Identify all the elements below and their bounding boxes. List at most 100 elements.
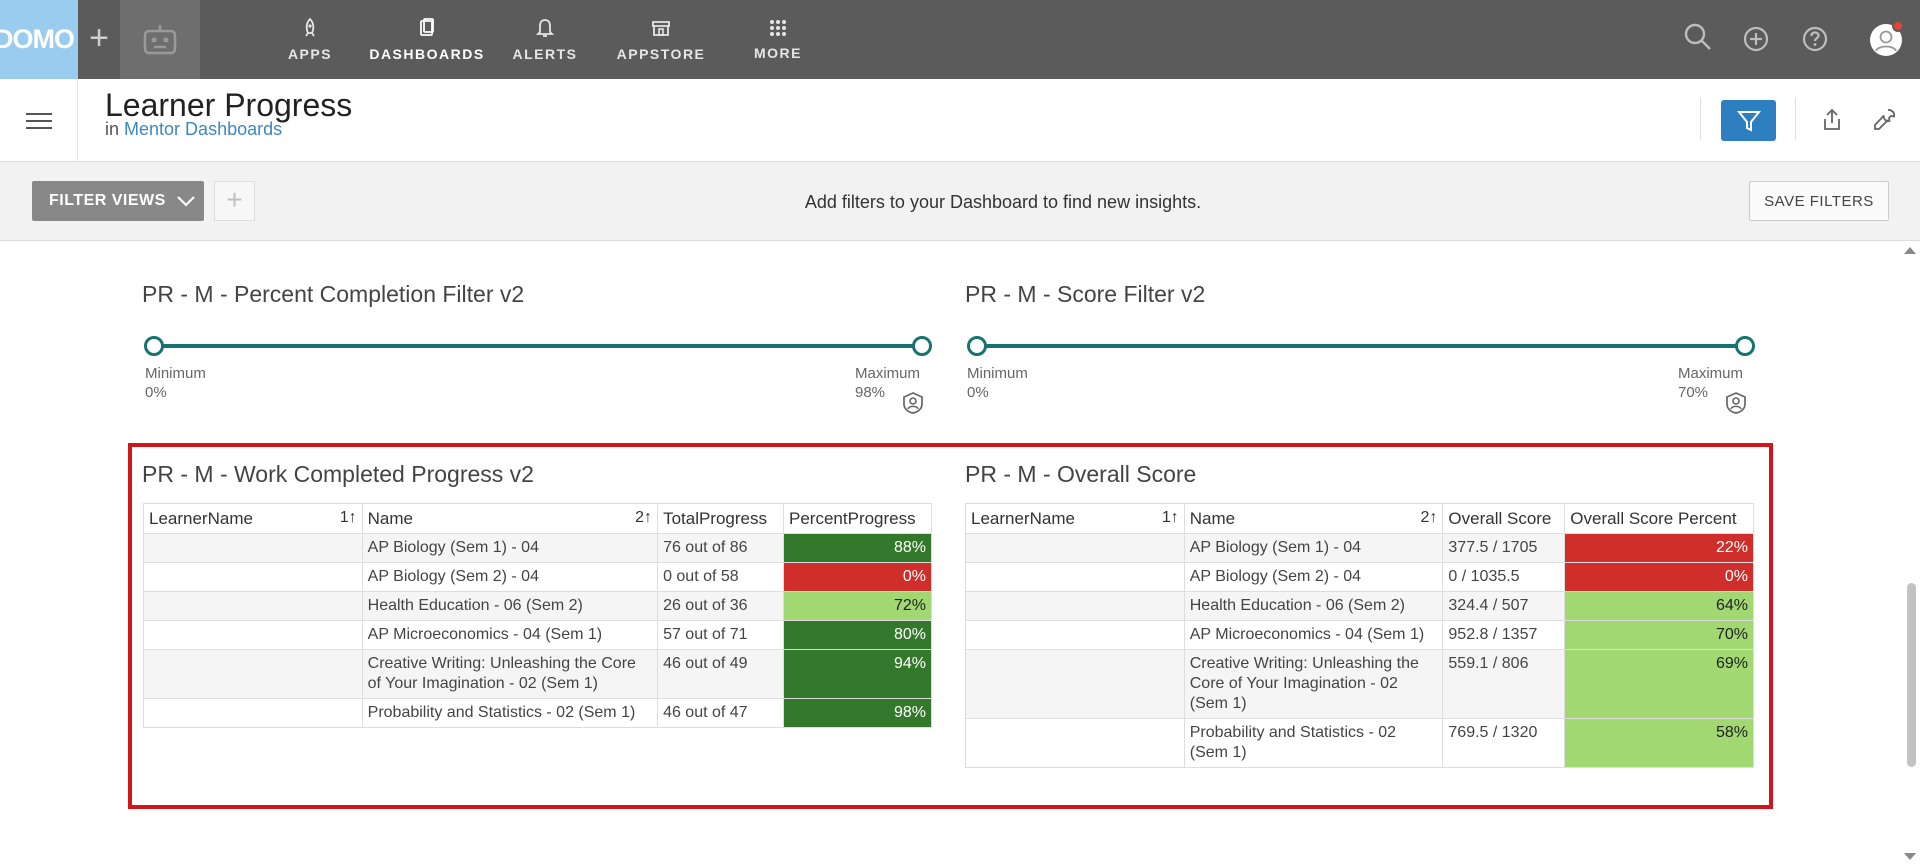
percent-cell: 58% <box>1564 718 1754 768</box>
learner-name-cell <box>143 698 363 728</box>
learner-name-cell <box>143 649 363 699</box>
table-row[interactable]: AP Microeconomics - 04 (Sem 1) 57 out of … <box>143 620 932 650</box>
column-header[interactable]: TotalProgress <box>657 503 785 534</box>
nav-more[interactable]: MORE <box>753 0 803 79</box>
slider-min-handle[interactable] <box>967 336 987 356</box>
user-badge-icon[interactable] <box>1724 391 1748 415</box>
percent-cell: 80% <box>783 620 932 650</box>
value-cell: 76 out of 86 <box>657 533 785 563</box>
table-row[interactable]: Creative Writing: Unleashing the Core of… <box>143 649 932 699</box>
course-name-cell: AP Biology (Sem 1) - 04 <box>1183 533 1444 563</box>
learner-name-cell <box>965 533 1185 563</box>
add-icon[interactable]: + <box>78 0 120 79</box>
column-header[interactable]: PercentProgress <box>783 503 932 534</box>
value-cell: 0 / 1035.5 <box>1442 562 1566 592</box>
search-icon[interactable] <box>1683 22 1713 52</box>
percent-cell: 72% <box>783 591 932 621</box>
course-name-cell: Creative Writing: Unleashing the Core of… <box>1183 649 1444 719</box>
work-completed-table: LearnerName 1↑ Name 2↑ TotalProgress Perce… <box>143 503 932 728</box>
column-header[interactable]: Name 2↑ <box>1183 503 1444 534</box>
value-cell: 377.5 / 1705 <box>1442 533 1566 563</box>
share-icon[interactable] <box>1819 107 1845 133</box>
value-cell: 46 out of 47 <box>657 698 785 728</box>
table-body: AP Biology (Sem 1) - 04 377.5 / 1705 22% AP… <box>965 533 1754 768</box>
column-header[interactable]: Overall Score <box>1442 503 1566 534</box>
scrollbar-thumb[interactable] <box>1907 583 1916 767</box>
value-cell: 324.4 / 507 <box>1442 591 1566 621</box>
learner-name-cell <box>143 562 363 592</box>
save-filters-button[interactable]: SAVE FILTERS <box>1749 181 1889 221</box>
nav-alerts[interactable]: ALERTS <box>513 0 576 79</box>
filter-button[interactable] <box>1721 100 1776 141</box>
percent-cell: 70% <box>1564 620 1754 650</box>
ai-assistant-icon[interactable] <box>120 0 200 79</box>
table-row[interactable]: Health Education - 06 (Sem 2) 26 out of 3… <box>143 591 932 621</box>
percent-cell: 0% <box>1564 562 1754 592</box>
help-icon[interactable] <box>1801 25 1829 53</box>
learner-name-cell <box>143 620 363 650</box>
slider-max-handle[interactable] <box>1735 336 1755 356</box>
percent-cell: 94% <box>783 649 932 699</box>
course-name-cell: AP Biology (Sem 2) - 04 <box>1183 562 1444 592</box>
percent-cell: 0% <box>783 562 932 592</box>
slider-track[interactable] <box>975 344 1745 348</box>
mentor-dashboards-link[interactable]: Mentor Dashboards <box>124 119 282 139</box>
value-cell: 46 out of 49 <box>657 649 785 699</box>
value-cell: 952.8 / 1357 <box>1442 620 1566 650</box>
scroll-up-arrow[interactable] <box>1904 247 1916 254</box>
grid-icon <box>770 19 786 36</box>
table-row[interactable]: Health Education - 06 (Sem 2) 324.4 / 507… <box>965 591 1754 621</box>
table-row[interactable]: AP Biology (Sem 2) - 04 0 out of 58 0% <box>143 562 932 592</box>
slider-track[interactable] <box>152 344 922 348</box>
card-title: PR - M - Score Filter v2 <box>965 281 1206 307</box>
notification-dot <box>1892 20 1904 32</box>
table-row[interactable]: AP Biology (Sem 1) - 04 76 out of 86 88% <box>143 533 932 563</box>
divider <box>1700 98 1701 140</box>
value-cell: 559.1 / 806 <box>1442 649 1566 719</box>
value-cell: 0 out of 58 <box>657 562 785 592</box>
learner-name-cell <box>965 718 1185 768</box>
funnel-icon <box>1736 110 1761 132</box>
column-header[interactable]: Name 2↑ <box>361 503 659 534</box>
domo-logo[interactable]: DOMO <box>0 0 78 79</box>
nav-appstore[interactable]: APPSTORE <box>617 0 704 79</box>
table-body: AP Biology (Sem 1) - 04 76 out of 86 88% AP… <box>143 533 932 728</box>
percent-cell: 69% <box>1564 649 1754 719</box>
percent-cell: 22% <box>1564 533 1754 563</box>
column-header[interactable]: LearnerName 1↑ <box>143 503 363 534</box>
overall-score-table: LearnerName 1↑ Name 2↑ Overall Score Overa… <box>965 503 1754 768</box>
table-row[interactable]: Creative Writing: Unleashing the Core of… <box>965 649 1754 719</box>
course-name-cell: Probability and Statistics - 02 (Sem 1) <box>1183 718 1444 768</box>
percent-cell: 98% <box>783 698 932 728</box>
scrollbar[interactable] <box>1902 241 1920 864</box>
course-name-cell: AP Microeconomics - 04 (Sem 1) <box>361 620 659 650</box>
dashboard-icon <box>420 17 434 36</box>
card-title: PR - M - Work Completed Progress v2 <box>142 461 534 487</box>
percent-cell: 88% <box>783 533 932 563</box>
value-cell: 769.5 / 1320 <box>1442 718 1566 768</box>
menu-icon[interactable] <box>0 79 78 162</box>
course-name-cell: Health Education - 06 (Sem 2) <box>361 591 659 621</box>
filter-message: Add filters to your Dashboard to find ne… <box>804 192 1202 212</box>
column-header[interactable]: Overall Score Percent <box>1564 503 1754 534</box>
slider-max-handle[interactable] <box>912 336 932 356</box>
learner-name-cell <box>965 620 1185 650</box>
nav-dashboards[interactable]: DASHBOARDS <box>369 0 483 79</box>
slider-min-handle[interactable] <box>144 336 164 356</box>
table-row[interactable]: AP Microeconomics - 04 (Sem 1) 952.8 / 13… <box>965 620 1754 650</box>
wrench-icon[interactable] <box>1872 107 1898 133</box>
user-badge-icon[interactable] <box>901 391 925 415</box>
learner-name-cell <box>143 533 363 563</box>
table-row[interactable]: Probability and Statistics - 02 (Sem 1) 7… <box>965 718 1754 768</box>
learner-name-cell <box>965 591 1185 621</box>
scroll-down-arrow[interactable] <box>1904 853 1916 860</box>
value-cell: 57 out of 71 <box>657 620 785 650</box>
page-subtitle: in Mentor Dashboards <box>105 119 283 139</box>
column-header[interactable]: LearnerName 1↑ <box>965 503 1185 534</box>
nav-apps[interactable]: APPS <box>286 0 334 79</box>
table-row[interactable]: Probability and Statistics - 02 (Sem 1) 4… <box>143 698 932 728</box>
add-circle-icon[interactable] <box>1742 25 1770 53</box>
table-row[interactable]: AP Biology (Sem 2) - 04 0 / 1035.5 0% <box>965 562 1754 592</box>
table-row[interactable]: AP Biology (Sem 1) - 04 377.5 / 1705 22% <box>965 533 1754 563</box>
course-name-cell: Health Education - 06 (Sem 2) <box>1183 591 1444 621</box>
